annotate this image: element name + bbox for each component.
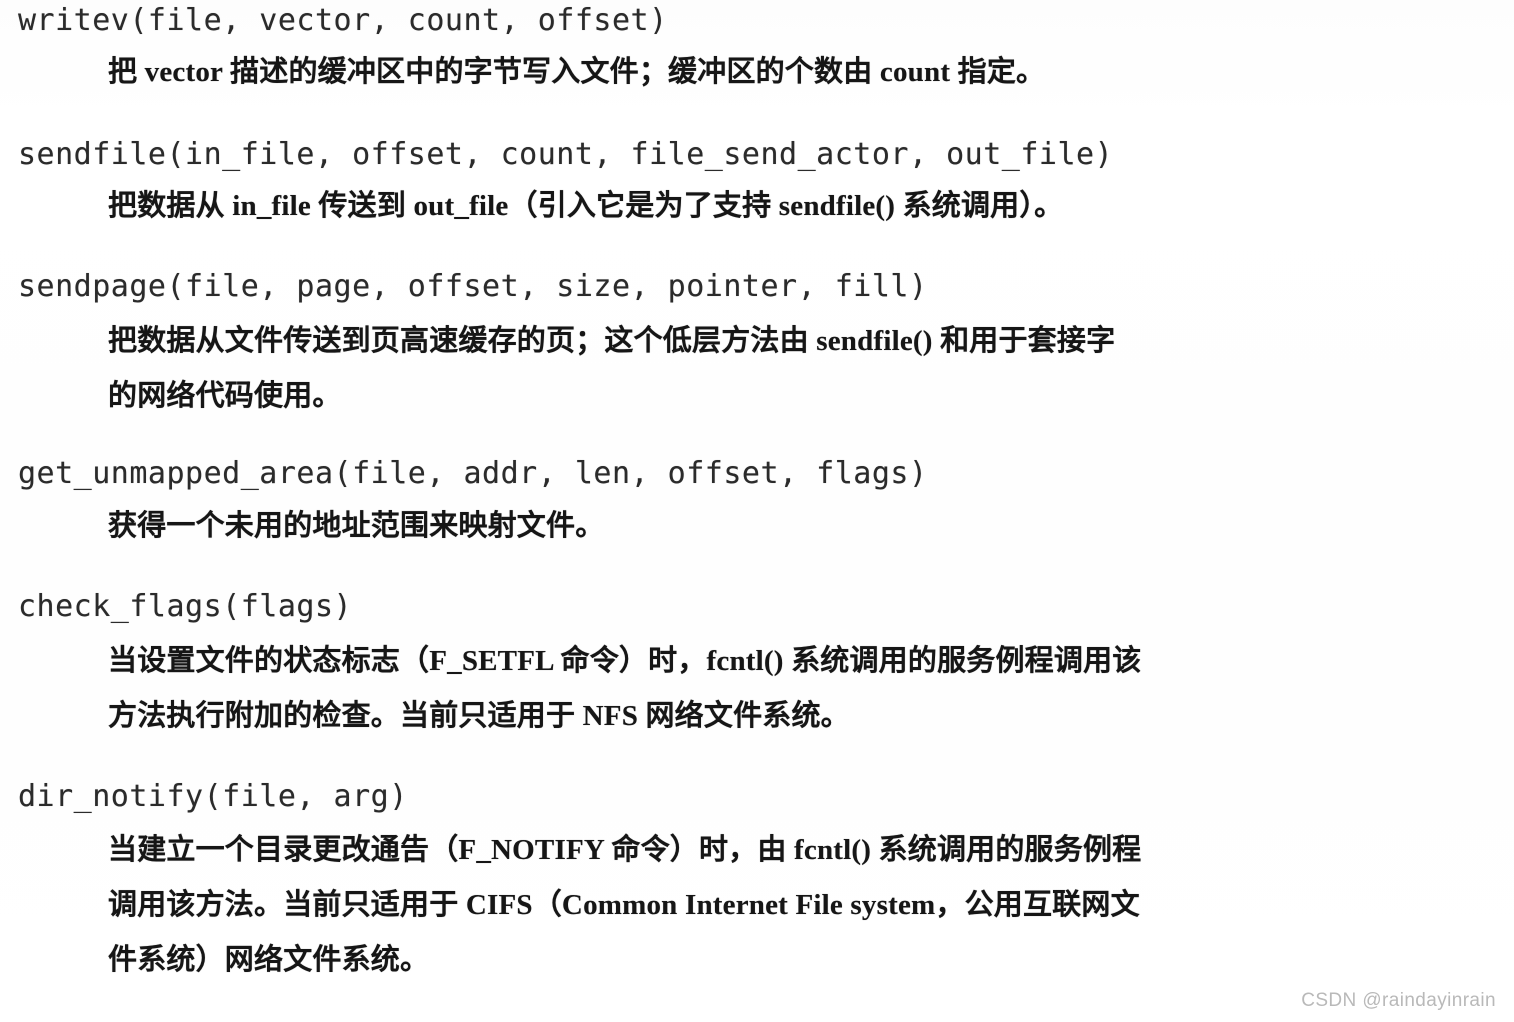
description-line: 当建立一个目录更改通告（F_NOTIFY 命令）时，由 fcntl() 系统调用…: [108, 834, 1142, 866]
signature-sendfile: sendfile(in_file, offset, count, file_se…: [18, 137, 1114, 172]
signature-get-unmapped-area: get_unmapped_area(file, addr, len, offse…: [18, 456, 928, 491]
description-dir-notify-line2: 调用该方法。当前只适用于 CIFS（Common Internet File s…: [0, 891, 1514, 920]
description-check-flags-line1: 当设置文件的状态标志（F_SETFL 命令）时，fcntl() 系统调用的服务例…: [0, 647, 1514, 676]
description-writev: 把 vector 描述的缓冲区中的字节写入文件；缓冲区的个数由 count 指定…: [0, 58, 1514, 87]
csdn-watermark: CSDN @raindayinrain: [1301, 990, 1496, 1011]
description-dir-notify-line1: 当建立一个目录更改通告（F_NOTIFY 命令）时，由 fcntl() 系统调用…: [0, 836, 1514, 865]
description-sendpage-line1: 把数据从文件传送到页高速缓存的页；这个低层方法由 sendfile() 和用于套…: [0, 327, 1514, 356]
description-line: 把数据从 in_file 传送到 out_file（引入它是为了支持 sendf…: [108, 190, 1064, 222]
description-check-flags-line2: 方法执行附加的检查。当前只适用于 NFS 网络文件系统。: [0, 702, 1514, 731]
description-line: 把 vector 描述的缓冲区中的字节写入文件；缓冲区的个数由 count 指定…: [108, 56, 1046, 88]
description-get-unmapped-area: 获得一个未用的地址范围来映射文件。: [0, 512, 1514, 541]
signature-writev: writev(file, vector, count, offset): [18, 3, 668, 38]
description-sendfile: 把数据从 in_file 传送到 out_file（引入它是为了支持 sendf…: [0, 192, 1514, 221]
description-line: 当设置文件的状态标志（F_SETFL 命令）时，fcntl() 系统调用的服务例…: [108, 645, 1142, 677]
description-line: 获得一个未用的地址范围来映射文件。: [108, 510, 605, 542]
description-line: 调用该方法。当前只适用于 CIFS（Common Internet File s…: [108, 889, 1140, 921]
description-line: 件系统）网络文件系统。: [108, 944, 430, 976]
scanned-page: writev(file, vector, count, offset) 把 ve…: [0, 0, 1514, 1022]
description-line: 把数据从文件传送到页高速缓存的页；这个低层方法由 sendfile() 和用于套…: [108, 325, 1116, 357]
signature-dir-notify: dir_notify(file, arg): [18, 779, 408, 814]
description-dir-notify-line3: 件系统）网络文件系统。: [0, 946, 1514, 975]
signature-check-flags: check_flags(flags): [18, 589, 353, 624]
description-line: 的网络代码使用。: [108, 380, 342, 412]
description-line: 方法执行附加的检查。当前只适用于 NFS 网络文件系统。: [108, 700, 850, 732]
signature-sendpage: sendpage(file, page, offset, size, point…: [18, 269, 928, 304]
description-sendpage-line2: 的网络代码使用。: [0, 382, 1514, 411]
